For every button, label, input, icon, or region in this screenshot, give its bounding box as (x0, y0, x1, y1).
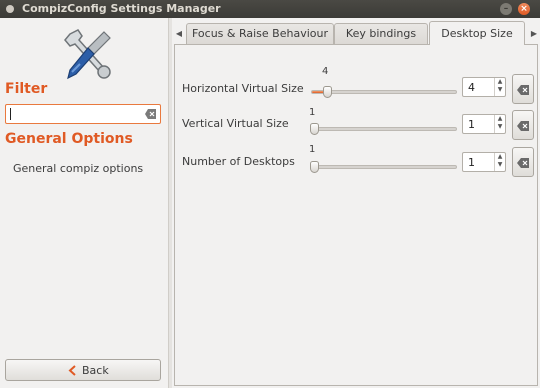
app-menu-icon[interactable] (6, 5, 14, 13)
clear-icon (517, 121, 529, 131)
filter-heading: Filter (5, 81, 48, 97)
slider-value-label: 4 (322, 66, 329, 77)
tab-focus-raise-behaviour[interactable]: Focus & Raise Behaviour (186, 23, 334, 44)
slider-handle[interactable] (310, 161, 319, 173)
general-options-heading: General Options (5, 131, 133, 147)
window-title: CompizConfig Settings Manager (22, 2, 221, 15)
reset-number-of-desktops-button[interactable] (512, 147, 534, 177)
desktop-size-page: Horizontal Virtual Size 4 4 ▲ ▼ Vertical … (174, 44, 538, 386)
spinbox-arrows-icon[interactable]: ▲ ▼ (494, 153, 505, 171)
spinbox-arrows-icon[interactable]: ▲ ▼ (494, 115, 505, 133)
titlebar: CompizConfig Settings Manager – × (0, 0, 540, 18)
number-of-desktops-spinbox[interactable]: 1 ▲ ▼ (462, 152, 506, 172)
close-button[interactable]: × (518, 3, 530, 15)
settings-notebook: ◀ Focus & Raise Behaviour Key bindings D… (172, 18, 540, 388)
reset-horizontal-size-button[interactable] (512, 74, 534, 104)
spinbox-value: 4 (468, 81, 475, 94)
reset-vertical-size-button[interactable] (512, 110, 534, 140)
horizontal-size-spinbox[interactable]: 4 ▲ ▼ (462, 77, 506, 97)
spinbox-value: 1 (468, 156, 475, 169)
tab-scroll-right-icon[interactable]: ▶ (528, 24, 540, 44)
slider-value-label: 1 (309, 144, 316, 155)
back-button-label: Back (82, 364, 109, 377)
clear-icon (517, 158, 529, 168)
spinbox-arrows-icon[interactable]: ▲ ▼ (494, 78, 505, 96)
setting-label: Number of Desktops (182, 155, 295, 168)
clear-icon (517, 85, 529, 95)
ccsm-window: CompizConfig Settings Manager – × Filter… (0, 0, 540, 388)
tab-scroll-left-icon[interactable]: ◀ (173, 24, 185, 44)
vertical-size-spinbox[interactable]: 1 ▲ ▼ (462, 114, 506, 134)
slider-track[interactable] (311, 165, 457, 169)
setting-label: Horizontal Virtual Size (182, 82, 304, 95)
back-arrow-icon (68, 365, 76, 376)
text-cursor (10, 108, 11, 120)
tab-desktop-size[interactable]: Desktop Size (429, 21, 525, 45)
spinbox-value: 1 (468, 118, 475, 131)
slider-track[interactable] (311, 127, 457, 131)
filter-input[interactable] (5, 104, 161, 124)
slider-value-label: 1 (309, 107, 316, 118)
back-button[interactable]: Back (5, 359, 161, 381)
tab-key-bindings[interactable]: Key bindings (334, 23, 428, 44)
clear-filter-icon[interactable] (145, 109, 157, 119)
minimize-button[interactable]: – (500, 3, 512, 15)
general-compiz-options-link[interactable]: General compiz options (13, 162, 143, 175)
setting-label: Vertical Virtual Size (182, 117, 289, 130)
slider-handle[interactable] (323, 86, 332, 98)
slider-track[interactable] (311, 90, 457, 94)
sidebar: Filter General Options General compiz op… (0, 18, 168, 388)
slider-handle[interactable] (310, 123, 319, 135)
tools-wrench-screwdriver-icon (64, 29, 111, 80)
